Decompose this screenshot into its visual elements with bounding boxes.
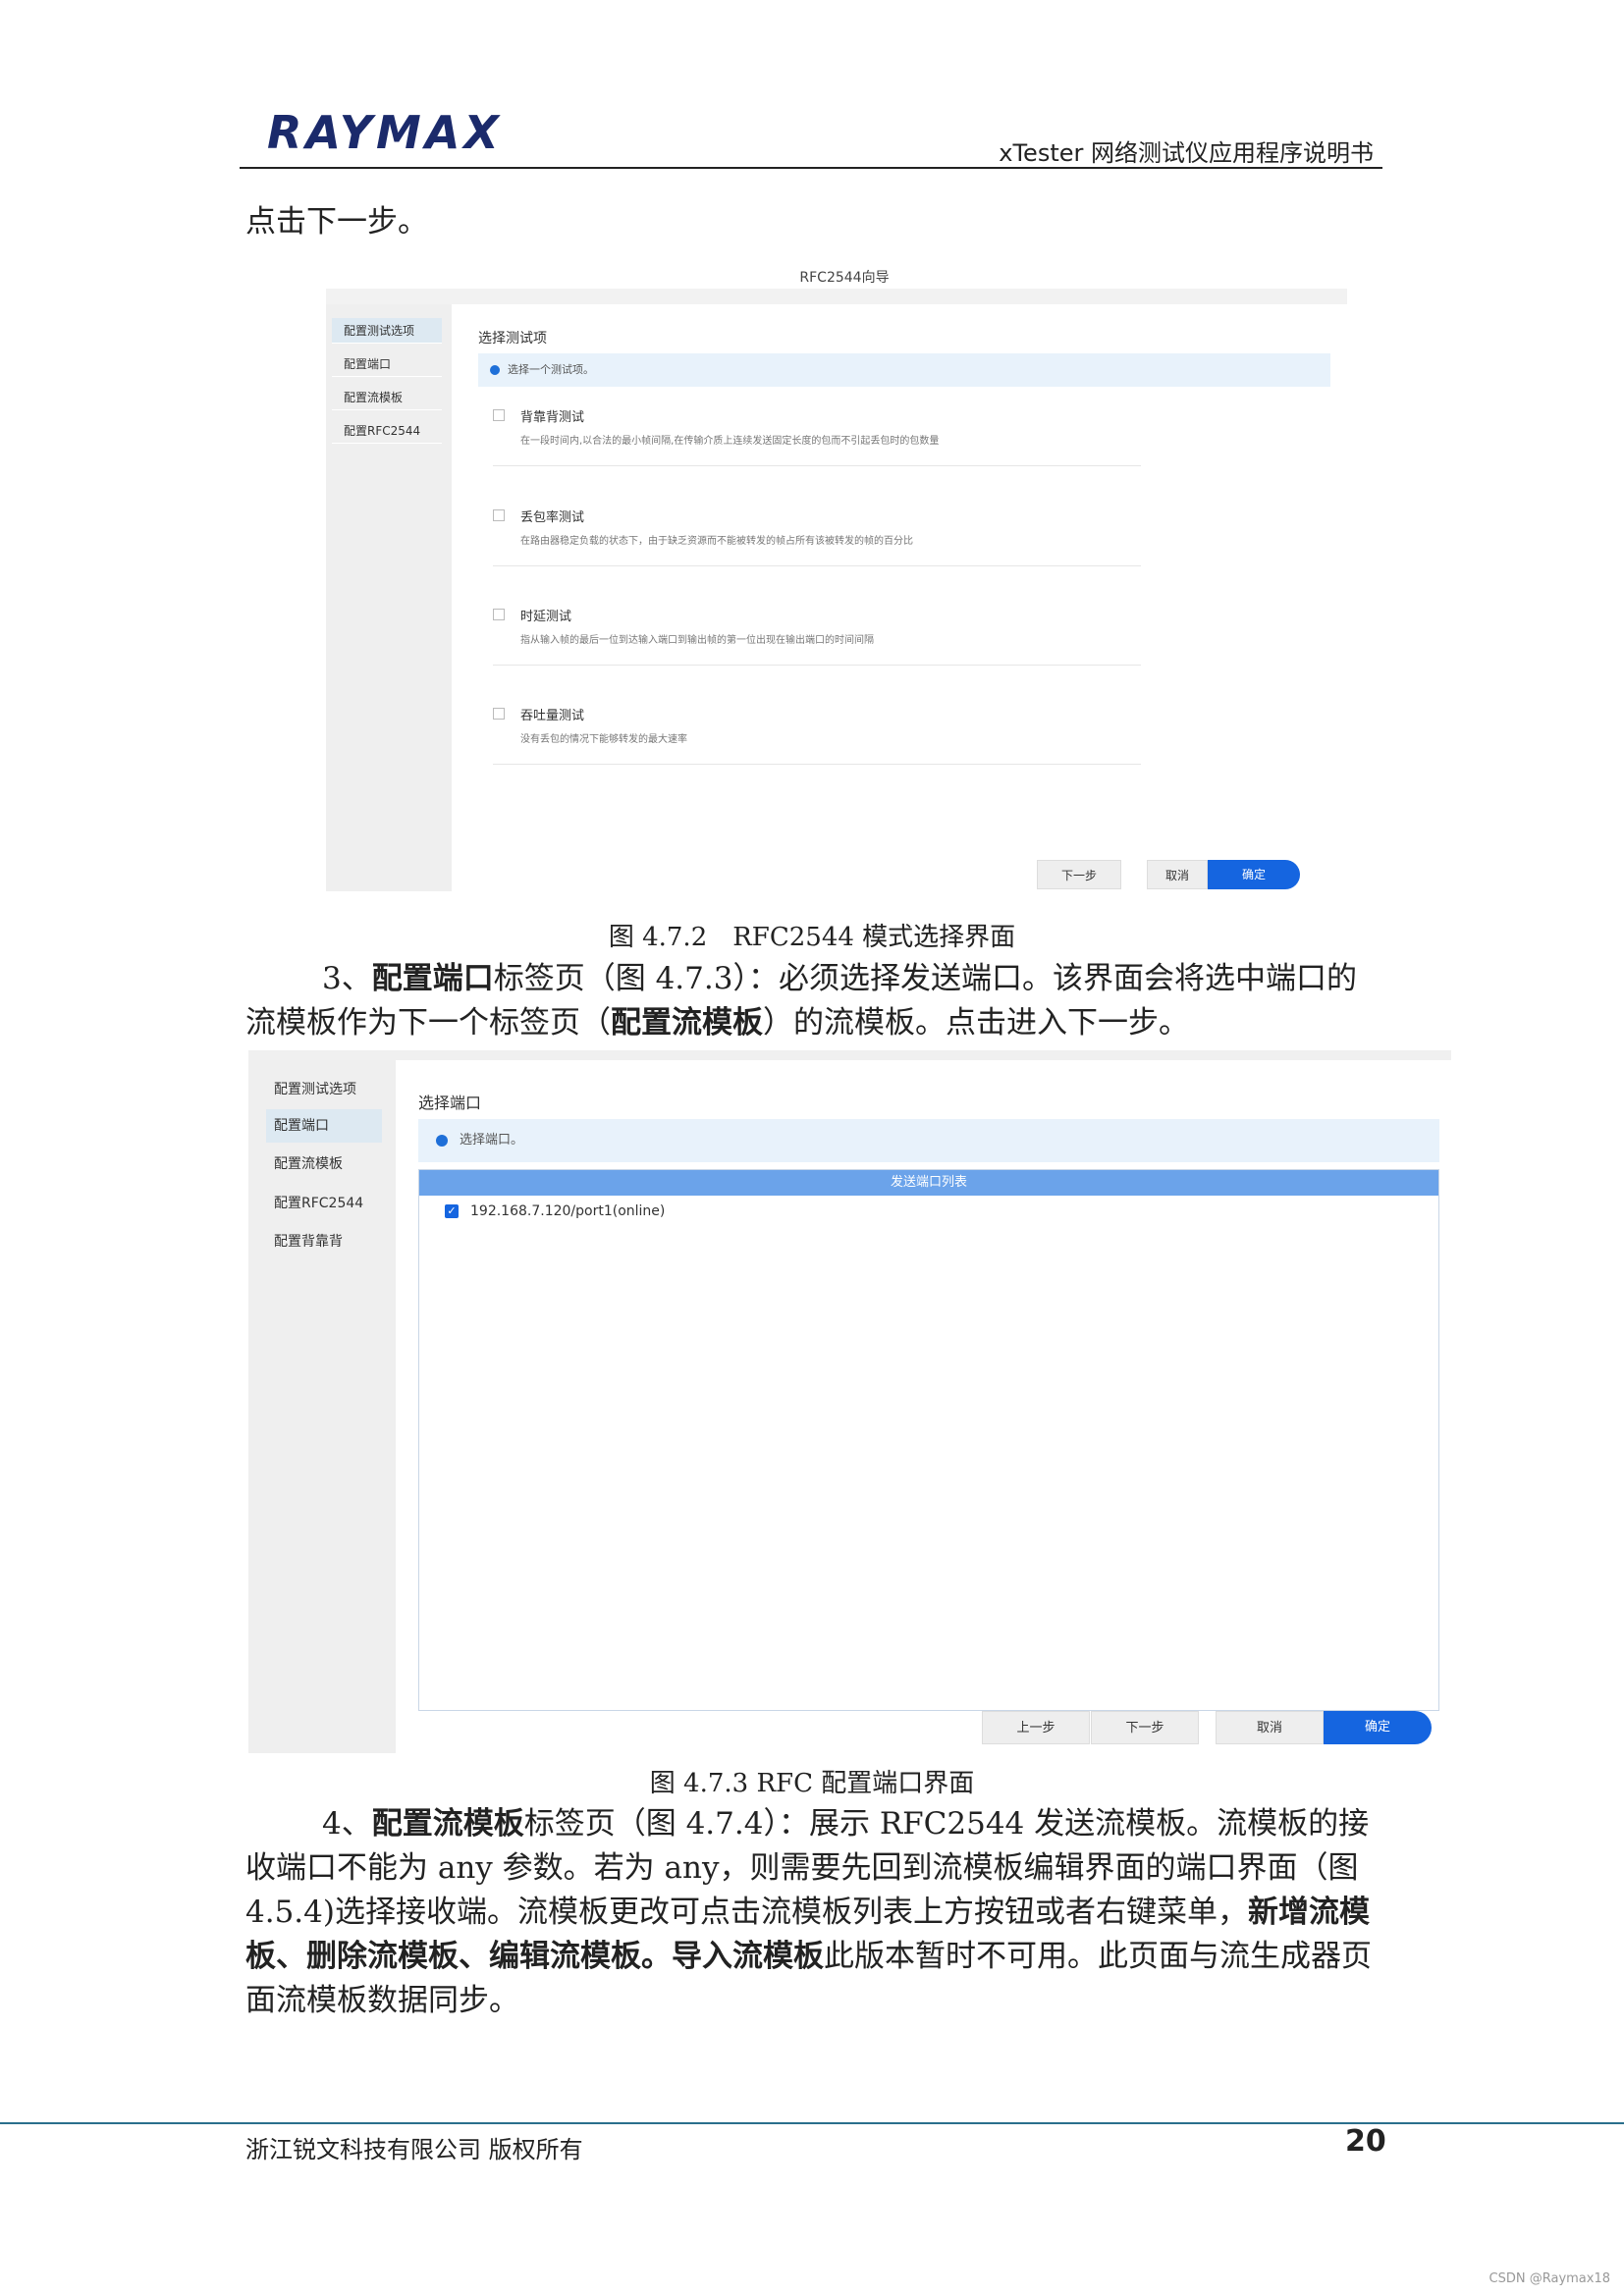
section-title: 选择端口: [418, 1094, 482, 1112]
page-number: 20: [1345, 2124, 1386, 2159]
para-3-text-2: ）的流模板。点击进入下一步。: [763, 1005, 1189, 1041]
sidebar-item-stream-templates[interactable]: 配置流模板: [332, 385, 442, 410]
info-text: 选择一个测试项。: [508, 363, 594, 376]
wizard-topbar: [248, 1050, 1451, 1060]
para-4-bold-1: 配置流模板: [371, 1806, 524, 1842]
option-label: 时延测试: [520, 610, 572, 624]
port-label: 192.168.7.120/port1(online): [470, 1203, 666, 1219]
cancel-button[interactable]: 取消: [1216, 1711, 1324, 1744]
sidebar-item-ports[interactable]: 配置端口: [332, 351, 442, 377]
info-banner: 选择一个测试项。: [478, 353, 1330, 387]
figure-caption: 图 4.7.2 RFC2544 模式选择界面: [608, 923, 1016, 952]
checkbox[interactable]: [493, 409, 505, 421]
send-port-list: 发送端口列表 ✓ 192.168.7.120/port1(online): [418, 1169, 1439, 1711]
wizard-sidebar: 配置测试选项 配置端口 配置流模板 配置RFC2544: [326, 304, 452, 891]
header-divider: [240, 167, 1382, 169]
section-title: 选择测试项: [478, 331, 547, 347]
wizard-sidebar: 配置测试选项 配置端口 配置流模板 配置RFC2544 配置背靠背: [248, 1060, 396, 1753]
checked-checkbox-icon[interactable]: ✓: [445, 1204, 459, 1218]
cancel-button[interactable]: 取消: [1147, 860, 1208, 889]
company-logo: RAYMAX: [267, 106, 503, 159]
copyright-text: 浙江锐文科技有限公司 版权所有: [245, 2136, 583, 2163]
paragraph-4: 4、配置流模板标签页（图 4.7.4）：展示 RFC2544 发送流模板。流模板…: [245, 1802, 1384, 2023]
wizard-title: RFC2544向导: [799, 270, 890, 286]
para-3-bold-1: 配置端口: [371, 961, 494, 996]
paragraph-3: 3、配置端口标签页（图 4.7.3）：必须选择发送端口。该界面会将选中端口的流模…: [245, 957, 1384, 1045]
option-description: 在路由器稳定负载的状态下，由于缺乏资源而不能被转发的帧占所有该被转发的帧的百分比: [520, 536, 913, 547]
option-label: 背靠背测试: [520, 410, 585, 425]
para-3-prefix: 3、: [322, 961, 372, 996]
option-label: 吞吐量测试: [520, 709, 585, 723]
figure-caption: 图 4.7.3 RFC 配置端口界面: [649, 1769, 975, 1798]
sidebar-item-ports[interactable]: 配置端口: [266, 1109, 382, 1143]
sidebar-item-stream-templates[interactable]: 配置流模板: [266, 1148, 382, 1181]
sidebar-item-test-options[interactable]: 配置测试选项: [332, 318, 442, 344]
sidebar-item-test-options[interactable]: 配置测试选项: [266, 1073, 382, 1106]
option-description: 在一段时间内,以合法的最小帧间隔,在传输介质上连续发送固定长度的包而不引起丢包时…: [520, 436, 940, 447]
option-label: 丢包率测试: [520, 510, 585, 525]
info-icon: [490, 365, 500, 375]
watermark: CSDN @Raymax18: [1489, 2271, 1610, 2286]
info-text: 选择端口。: [460, 1133, 524, 1148]
para-3-bold-2: 配置流模板: [611, 1005, 763, 1041]
sidebar-item-back-to-back[interactable]: 配置背靠背: [266, 1225, 382, 1258]
ok-button[interactable]: 确定: [1208, 860, 1300, 889]
checkbox[interactable]: [493, 609, 505, 620]
option-divider: [493, 665, 1141, 666]
checkbox[interactable]: [493, 509, 505, 521]
option-divider: [493, 465, 1141, 466]
ok-button[interactable]: 确定: [1324, 1711, 1432, 1744]
sidebar-item-rfc2544[interactable]: 配置RFC2544: [266, 1187, 382, 1220]
list-item[interactable]: ✓ 192.168.7.120/port1(online): [445, 1203, 665, 1219]
prev-button[interactable]: 上一步: [982, 1711, 1090, 1744]
checkbox[interactable]: [493, 708, 505, 720]
info-banner: 选择端口。: [418, 1119, 1439, 1162]
next-button[interactable]: 下一步: [1037, 860, 1121, 889]
next-button[interactable]: 下一步: [1091, 1711, 1199, 1744]
option-divider: [493, 565, 1141, 566]
rfc-port-config-screenshot: 配置测试选项 配置端口 配置流模板 配置RFC2544 配置背靠背 选择端口 选…: [248, 1050, 1451, 1753]
option-divider: [493, 764, 1141, 765]
sidebar-item-rfc2544[interactable]: 配置RFC2544: [332, 418, 442, 444]
rfc2544-wizard-screenshot: 配置测试选项 配置端口 配置流模板 配置RFC2544 选择测试项 选择一个测试…: [326, 289, 1347, 891]
para-4-prefix: 4、: [322, 1806, 372, 1842]
option-description: 没有丢包的情况下能够转发的最大速率: [520, 734, 687, 745]
info-icon: [436, 1135, 448, 1147]
document-title: xTester 网络测试仪应用程序说明书: [999, 139, 1374, 167]
intro-text: 点击下一步。: [245, 204, 428, 240]
list-header: 发送端口列表: [419, 1170, 1438, 1196]
wizard-topbar: [326, 289, 1347, 304]
option-description: 指从输入帧的最后一位到达输入端口到输出帧的第一位出现在输出端口的时间间隔: [520, 635, 874, 646]
